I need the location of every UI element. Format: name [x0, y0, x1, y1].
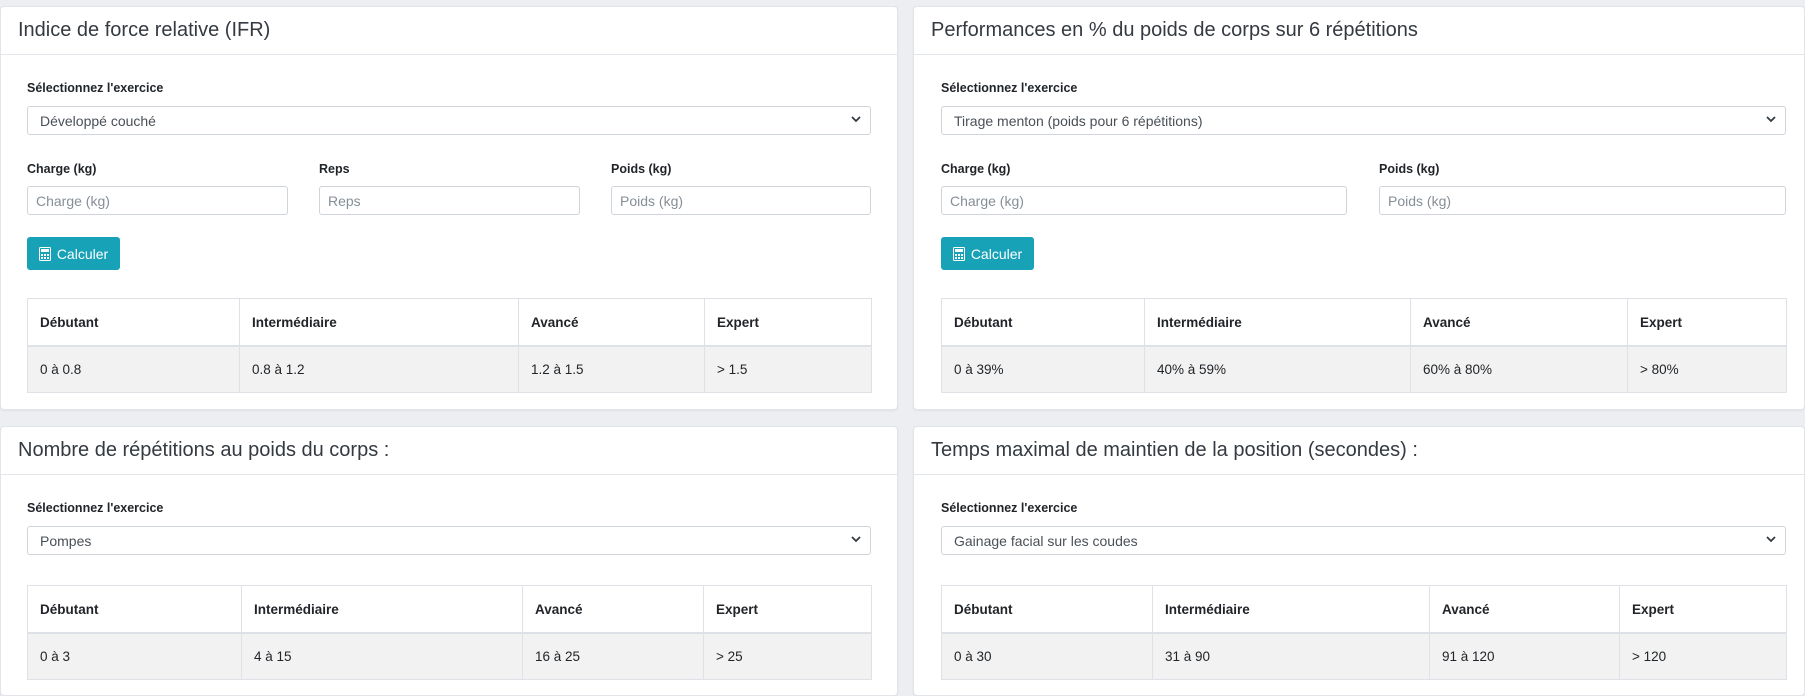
- table-header: Avancé: [1429, 585, 1620, 634]
- reps-exercise-select[interactable]: Pompes: [27, 526, 871, 555]
- table-cell: 31 à 90: [1152, 632, 1430, 680]
- table-header: Intermédiaire: [239, 298, 519, 347]
- table-cell: 60% à 80%: [1410, 345, 1628, 393]
- table-header: Expert: [704, 298, 872, 347]
- perf-exercise-select[interactable]: Tirage menton (poids pour 6 répétitions): [941, 106, 1786, 135]
- table-cell: > 1.5: [704, 345, 872, 393]
- reps-card: Nombre de répétitions au poids du corps …: [0, 426, 898, 696]
- hold-levels-table: Débutant Intermédiaire Avancé Expert 0 à…: [941, 585, 1787, 680]
- table-header: Débutant: [941, 298, 1145, 347]
- table-cell: 0 à 39%: [941, 345, 1145, 393]
- table-header: Avancé: [522, 585, 704, 634]
- table-cell: > 120: [1619, 632, 1787, 680]
- table-header: Débutant: [941, 585, 1153, 634]
- table-cell: 4 à 15: [241, 632, 523, 680]
- hold-card: Temps maximal de maintien de la position…: [913, 426, 1805, 696]
- table-row: 0 à 30 31 à 90 91 à 120 > 120: [941, 632, 1787, 680]
- chevron-down-icon: [851, 116, 861, 123]
- ifr-exercise-select[interactable]: Développé couché: [27, 106, 871, 135]
- ifr-reps-label: Reps: [319, 162, 350, 176]
- table-row: 0 à 3 4 à 15 16 à 25 > 25: [27, 632, 872, 680]
- table-row: 0 à 0.8 0.8 à 1.2 1.2 à 1.5 > 1.5: [27, 345, 872, 393]
- ifr-poids-input[interactable]: [611, 186, 871, 215]
- reps-levels-table: Débutant Intermédiaire Avancé Expert 0 à…: [27, 585, 872, 680]
- perf-charge-label: Charge (kg): [941, 162, 1011, 176]
- ifr-reps-input[interactable]: [319, 186, 580, 215]
- table-header: Intermédiaire: [1152, 585, 1430, 634]
- calculator-icon: [952, 246, 965, 261]
- perf-exercise-selected: Tirage menton (poids pour 6 répétitions): [954, 113, 1203, 129]
- perf-card: Performances en % du poids de corps sur …: [913, 6, 1805, 410]
- table-cell: 0 à 0.8: [27, 345, 240, 393]
- perf-poids-input[interactable]: [1379, 186, 1786, 215]
- table-header: Débutant: [27, 585, 242, 634]
- table-header: Avancé: [1410, 298, 1628, 347]
- ifr-calculate-button[interactable]: Calculer: [27, 237, 120, 270]
- table-header: Intermédiaire: [1144, 298, 1411, 347]
- hold-card-title: Temps maximal de maintien de la position…: [914, 427, 1804, 475]
- table-header: Expert: [1619, 585, 1787, 634]
- table-cell: 0 à 30: [941, 632, 1153, 680]
- reps-exercise-label: Sélectionnez l'exercice: [27, 501, 164, 515]
- perf-levels-table: Débutant Intermédiaire Avancé Expert 0 à…: [941, 298, 1787, 393]
- chevron-down-icon: [1766, 116, 1776, 123]
- table-header: Expert: [1627, 298, 1787, 347]
- chevron-down-icon: [1766, 536, 1776, 543]
- table-cell: 1.2 à 1.5: [518, 345, 705, 393]
- ifr-exercise-selected: Développé couché: [40, 113, 156, 129]
- table-header: Avancé: [518, 298, 705, 347]
- reps-exercise-selected: Pompes: [40, 533, 92, 549]
- ifr-poids-label: Poids (kg): [611, 162, 672, 176]
- table-cell: > 80%: [1627, 345, 1787, 393]
- table-cell: > 25: [703, 632, 872, 680]
- perf-exercise-label: Sélectionnez l'exercice: [941, 81, 1078, 95]
- table-cell: 0.8 à 1.2: [239, 345, 519, 393]
- ifr-charge-input[interactable]: [27, 186, 288, 215]
- table-cell: 0 à 3: [27, 632, 242, 680]
- hold-exercise-selected: Gainage facial sur les coudes: [954, 533, 1138, 549]
- perf-poids-label: Poids (kg): [1379, 162, 1440, 176]
- ifr-levels-table: Débutant Intermédiaire Avancé Expert 0 à…: [27, 298, 872, 393]
- table-header: Expert: [703, 585, 872, 634]
- table-cell: 16 à 25: [522, 632, 704, 680]
- perf-card-title: Performances en % du poids de corps sur …: [914, 7, 1804, 55]
- table-cell: 91 à 120: [1429, 632, 1620, 680]
- ifr-card-title: Indice de force relative (IFR): [1, 7, 897, 55]
- table-header: Débutant: [27, 298, 240, 347]
- hold-exercise-select[interactable]: Gainage facial sur les coudes: [941, 526, 1786, 555]
- perf-charge-input[interactable]: [941, 186, 1347, 215]
- ifr-exercise-label: Sélectionnez l'exercice: [27, 81, 164, 95]
- table-cell: 40% à 59%: [1144, 345, 1411, 393]
- perf-calculate-label: Calculer: [970, 245, 1023, 262]
- table-row: 0 à 39% 40% à 59% 60% à 80% > 80%: [941, 345, 1787, 393]
- perf-calculate-button[interactable]: Calculer: [941, 237, 1034, 270]
- reps-card-title: Nombre de répétitions au poids du corps …: [1, 427, 897, 475]
- ifr-calculate-label: Calculer: [56, 245, 109, 262]
- calculator-icon: [38, 246, 51, 261]
- chevron-down-icon: [851, 536, 861, 543]
- table-header: Intermédiaire: [241, 585, 523, 634]
- ifr-charge-label: Charge (kg): [27, 162, 97, 176]
- hold-exercise-label: Sélectionnez l'exercice: [941, 501, 1078, 515]
- ifr-card: Indice de force relative (IFR) Sélection…: [0, 6, 898, 410]
